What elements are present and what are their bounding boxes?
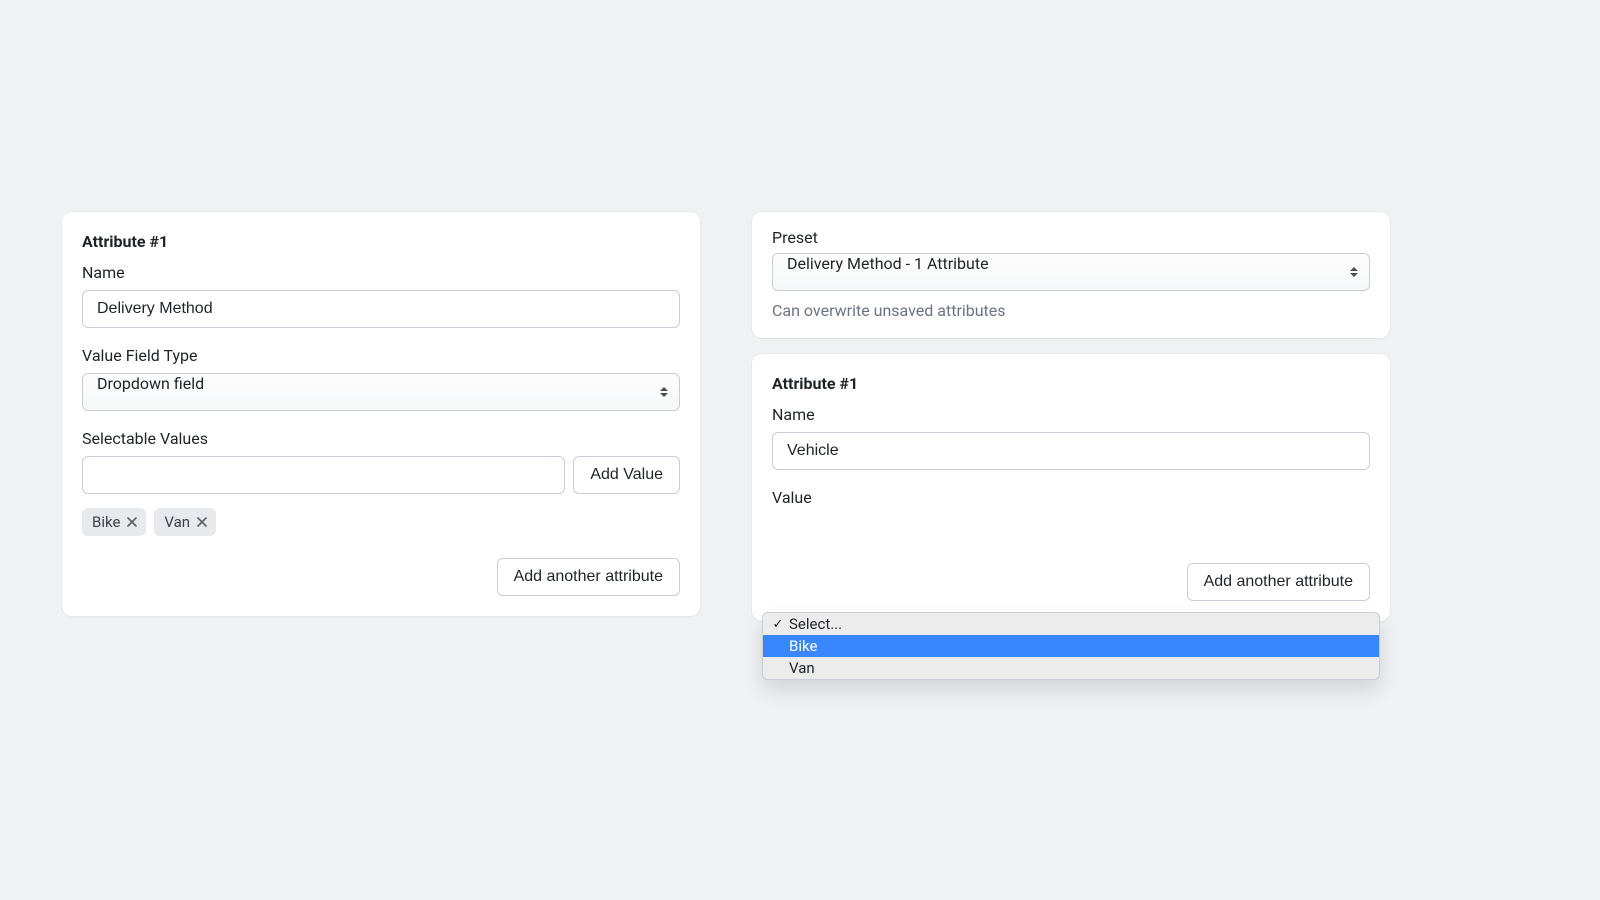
preset-card: Preset Delivery Method - 1 Attribute Can… (752, 212, 1390, 338)
dropdown-option-bike[interactable]: Bike (763, 635, 1379, 657)
card-title: Attribute #1 (82, 232, 680, 251)
value-dropdown-popup: ✓ Select... Bike Van (762, 612, 1380, 680)
preset-select-wrap: Delivery Method - 1 Attribute (772, 253, 1370, 291)
name-input[interactable] (82, 290, 680, 328)
dropdown-option-van[interactable]: Van (763, 657, 1379, 679)
right-column: Preset Delivery Method - 1 Attribute Can… (752, 212, 1390, 621)
value-tags: Bike Van (82, 508, 680, 536)
add-value-row: Add Value (82, 456, 680, 494)
preset-select[interactable]: Delivery Method - 1 Attribute (772, 253, 1370, 291)
preset-label: Preset (772, 228, 1370, 247)
name-label: Name (82, 263, 680, 282)
attribute-consumer-card: Attribute #1 Name Value ✓ Select... Bike (752, 354, 1390, 621)
tag-label: Bike (92, 513, 120, 531)
card-title: Attribute #1 (772, 374, 1370, 393)
option-label: Bike (789, 637, 817, 655)
attribute-editor-card: Attribute #1 Name Value Field Type Dropd… (62, 212, 700, 616)
preset-helper-text: Can overwrite unsaved attributes (772, 301, 1370, 320)
check-icon: ✓ (771, 617, 785, 632)
card-actions: Add another attribute (82, 558, 680, 596)
new-value-input[interactable] (82, 456, 565, 494)
remove-tag-button[interactable] (196, 516, 208, 528)
type-select[interactable]: Dropdown field (82, 373, 680, 411)
type-label: Value Field Type (82, 346, 680, 365)
value-label: Value (772, 488, 1370, 507)
values-label: Selectable Values (82, 429, 680, 448)
option-label: Select... (789, 615, 842, 633)
name-label: Name (772, 405, 1370, 424)
name-field-group: Name (82, 263, 680, 328)
tag-label: Van (164, 513, 190, 531)
name-input[interactable] (772, 432, 1370, 470)
add-value-button[interactable]: Add Value (573, 456, 680, 494)
tag-bike: Bike (82, 508, 146, 536)
name-field-group: Name (772, 405, 1370, 470)
values-field-group: Selectable Values Add Value Bike Van (82, 429, 680, 536)
type-field-group: Value Field Type Dropdown field (82, 346, 680, 411)
page-root: Attribute #1 Name Value Field Type Dropd… (0, 0, 1600, 621)
add-attribute-button[interactable]: Add another attribute (1187, 563, 1370, 601)
add-attribute-button[interactable]: Add another attribute (497, 558, 680, 596)
tag-van: Van (154, 508, 216, 536)
dropdown-option-placeholder[interactable]: ✓ Select... (763, 613, 1379, 635)
option-label: Van (789, 659, 815, 677)
left-column: Attribute #1 Name Value Field Type Dropd… (62, 212, 700, 616)
close-icon (196, 516, 208, 528)
remove-tag-button[interactable] (126, 516, 138, 528)
card-actions: Add another attribute (772, 563, 1370, 601)
close-icon (126, 516, 138, 528)
type-select-wrap: Dropdown field (82, 373, 680, 411)
value-field-group: Value (772, 488, 1370, 507)
